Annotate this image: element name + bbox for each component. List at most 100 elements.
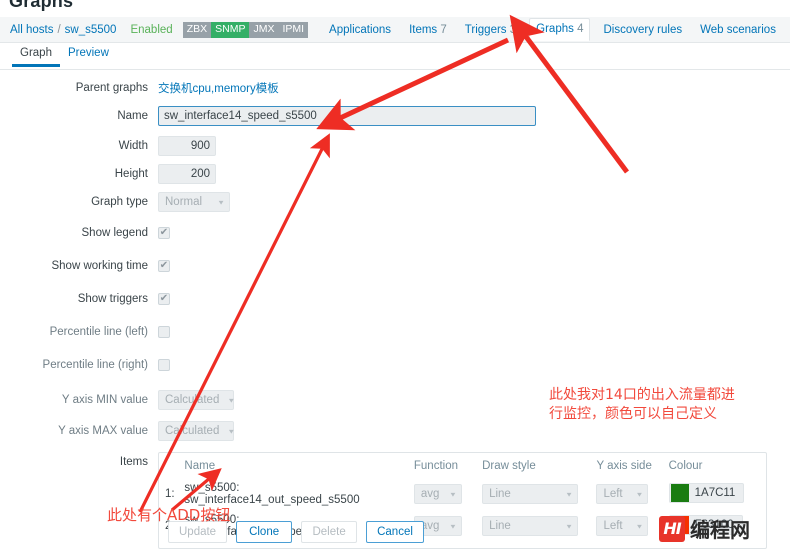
breadcrumb-all-hosts[interactable]: All hosts — [10, 24, 53, 36]
label-show-working-time: Show working time — [51, 260, 148, 272]
header-function: Function — [413, 460, 458, 472]
host-status: Enabled — [130, 23, 173, 36]
interface-badge-zbx: ZBX — [182, 21, 212, 38]
show-triggers-checkbox[interactable]: ✔ — [158, 293, 170, 305]
breadcrumb-host[interactable]: sw_s5500 — [65, 24, 117, 36]
nav-web-scenarios[interactable]: Web scenarios — [700, 24, 776, 36]
check-icon: ✔ — [159, 293, 169, 304]
label-y-min: Y axis MIN value — [61, 394, 148, 406]
annotation-note-bottom: 此处有个ADD按钮 — [107, 506, 231, 524]
height-input[interactable] — [158, 164, 216, 184]
nav-triggers-label: Triggers — [464, 23, 507, 36]
label-graph-type: Graph type — [91, 196, 148, 208]
interface-badge-ipmi: IPMI — [278, 21, 309, 38]
label-name: Name — [117, 110, 148, 122]
nav-graphs[interactable]: Graphs 4 — [529, 18, 591, 41]
clone-button[interactable]: Clone — [236, 521, 293, 543]
interface-badges: ZBX SNMP JMX IPMI — [182, 21, 309, 38]
y-max-select[interactable]: Calculated ▼ — [158, 421, 236, 441]
row-1-function-select[interactable]: avg ▼ — [413, 484, 462, 504]
header-num — [159, 457, 178, 478]
tab-preview[interactable]: Preview — [60, 44, 117, 66]
show-working-time-checkbox[interactable]: ✔ — [158, 260, 170, 272]
graph-type-select[interactable]: Normal ▼ — [158, 192, 230, 212]
header-name: Name — [184, 460, 216, 472]
items-table-header-row: Name Function Draw style Y axis side Col… — [159, 457, 766, 478]
row-graph-type: Graph type Normal ▼ — [0, 192, 790, 212]
nav-graphs-label: Graphs — [536, 23, 574, 35]
field-width — [158, 136, 216, 156]
label-items: Items — [119, 456, 148, 468]
row-1-function-value: avg — [420, 488, 440, 500]
row-1-y-axis-side-value: Left — [603, 488, 623, 500]
delete-button[interactable]: Delete — [301, 521, 358, 543]
y-max-value: Calculated — [165, 425, 220, 437]
app-root: Graphs All hosts / sw_s5500 Enabled ZBX … — [0, 0, 790, 549]
row-1-colour-picker[interactable]: 1A7C11 — [668, 483, 745, 503]
nav-items[interactable]: Items 7 — [409, 24, 447, 36]
graph-form: Parent graphs 交换机cpu,memory模板 Name Width… — [0, 78, 790, 557]
row-1-draw-style-value: Line — [489, 488, 511, 500]
field-percentile-right — [158, 359, 170, 371]
field-height — [158, 164, 216, 184]
nav-applications[interactable]: Applications — [329, 24, 391, 36]
breadcrumb-bar: All hosts / sw_s5500 Enabled ZBX SNMP JM… — [0, 17, 790, 43]
header-y-axis-side: Y axis side — [596, 460, 652, 472]
row-1-function-cell: avg ▼ — [408, 478, 476, 510]
nav-discovery-rules[interactable]: Discovery rules — [603, 24, 682, 36]
header-draw-style: Draw style — [482, 460, 536, 472]
field-graph-type: Normal ▼ — [158, 192, 230, 212]
chevron-down-icon: ▼ — [565, 522, 574, 530]
watermark-text: 编程网 — [690, 518, 750, 542]
row-show-legend: Show legend ✔ — [0, 223, 790, 243]
tab-graph[interactable]: Graph — [12, 44, 60, 67]
row-2-draw-cell: Line ▼ — [476, 510, 590, 542]
label-y-max: Y axis MAX value — [58, 425, 148, 437]
row-percentile-left: Percentile line (left) — [0, 322, 790, 342]
row-percentile-right: Percentile line (right) — [0, 355, 790, 375]
y-min-select[interactable]: Calculated ▼ — [158, 390, 236, 410]
field-parent-graphs: 交换机cpu,memory模板 — [158, 80, 279, 96]
label-parent-graphs: Parent graphs — [75, 82, 148, 94]
annotation-note-right: 此处我对14口的出入流量都进 行监控，颜色可以自己定义 — [549, 387, 735, 422]
row-2-draw-style-value: Line — [489, 520, 511, 532]
cancel-button[interactable]: Cancel — [366, 521, 424, 543]
label-show-triggers: Show triggers — [77, 293, 148, 305]
nav-graphs-count: 4 — [577, 23, 584, 35]
row-1-colour-swatch — [670, 484, 689, 502]
row-1-colour-cell: 1A7C11 — [663, 478, 766, 510]
name-input[interactable] — [158, 106, 536, 126]
percentile-right-checkbox[interactable] — [158, 359, 170, 371]
row-show-working-time: Show working time ✔ — [0, 256, 790, 276]
nav-triggers-count: 3 — [509, 23, 517, 36]
show-legend-checkbox[interactable]: ✔ — [158, 227, 170, 239]
width-input[interactable] — [158, 136, 216, 156]
check-icon: ✔ — [159, 227, 169, 238]
tab-bar: Graph Preview — [0, 44, 790, 70]
row-1-side-cell: Left ▼ — [590, 478, 662, 510]
header-colour: Colour — [668, 460, 703, 472]
chevron-down-icon: ▼ — [227, 427, 236, 435]
breadcrumb-separator: / — [57, 23, 61, 36]
chevron-down-icon: ▼ — [217, 198, 225, 206]
percentile-left-checkbox[interactable] — [158, 326, 170, 338]
y-min-value: Calculated — [165, 394, 220, 406]
row-y-max: Y axis MAX value Calculated ▼ — [0, 421, 790, 441]
row-name: Name — [0, 106, 790, 126]
nav-triggers[interactable]: Triggers 3 — [465, 24, 516, 36]
row-1-y-axis-side-select[interactable]: Left ▼ — [596, 484, 649, 504]
chevron-down-icon: ▼ — [635, 490, 644, 498]
row-1-draw-style-select[interactable]: Line ▼ — [482, 484, 579, 504]
table-row: 1: sw_s5500: sw_interface14_out_speed_s5… — [159, 478, 766, 510]
parent-graph-link[interactable]: 交换机cpu,memory模板 — [158, 80, 279, 96]
chevron-down-icon: ▼ — [227, 396, 236, 404]
row-2-draw-style-select[interactable]: Line ▼ — [482, 516, 579, 536]
row-1-colour-code: 1A7C11 — [694, 487, 736, 499]
row-1-draw-cell: Line ▼ — [476, 478, 590, 510]
field-y-max: Calculated ▼ — [158, 421, 236, 441]
watermark-logo-icon: HI — [659, 515, 685, 542]
row-2-y-axis-side-select[interactable]: Left ▼ — [596, 516, 649, 536]
nav-items-label: Items — [409, 23, 438, 36]
field-percentile-left — [158, 326, 170, 338]
page-title: Graphs — [9, 0, 74, 11]
